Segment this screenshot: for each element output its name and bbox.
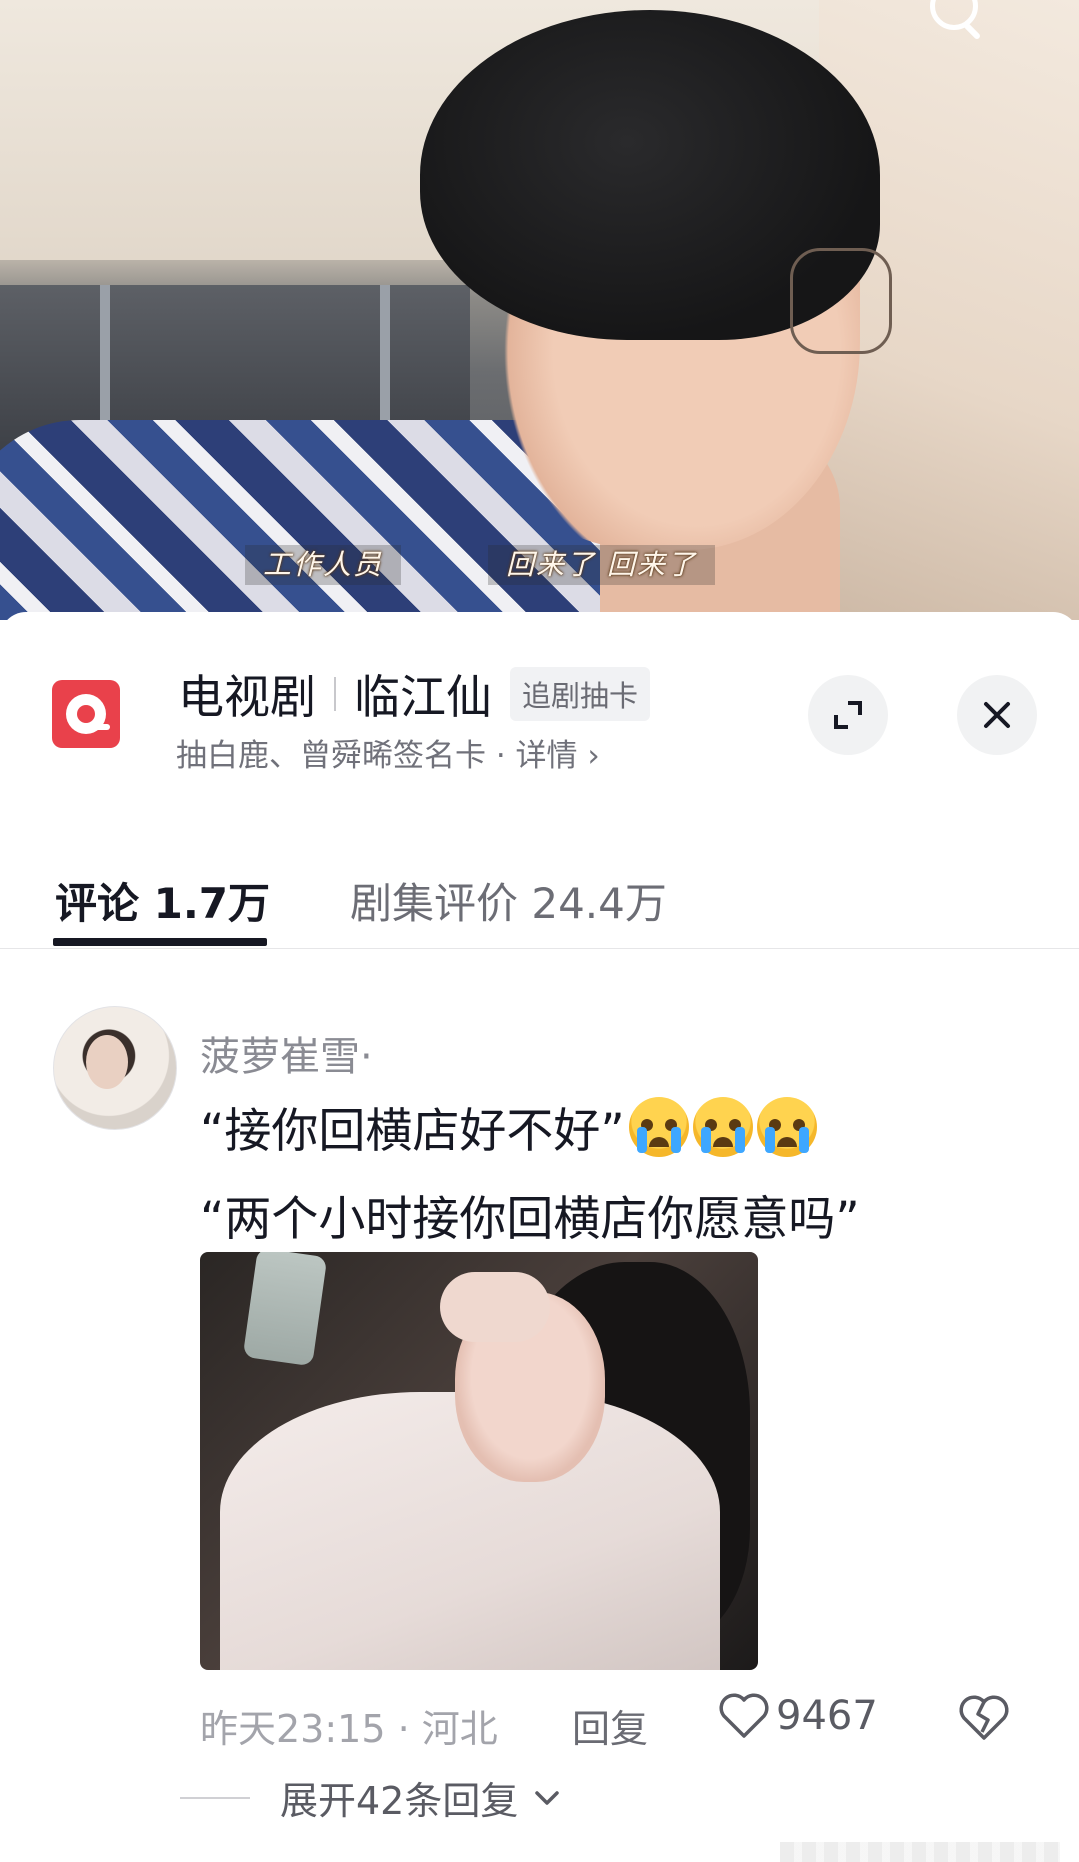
watermark bbox=[780, 1842, 1060, 1862]
video-player[interactable]: 工作人员 回来了 回来了 bbox=[0, 0, 1079, 620]
like-count: 9467 bbox=[776, 1693, 878, 1739]
comment-time-location: 昨天23:15 · 河北 bbox=[200, 1707, 498, 1751]
comment-meta: 昨天23:15 · 河北 回复 9467 bbox=[200, 1692, 1040, 1751]
video-subtitle-line: 回来了 回来了 bbox=[488, 545, 715, 585]
expand-replies-button[interactable]: 展开42条回复 bbox=[180, 1770, 562, 1825]
follow-draw-tag[interactable]: 追剧抽卡 bbox=[510, 667, 651, 721]
like-button[interactable]: 9467 bbox=[718, 1692, 878, 1740]
promo-text: 抽白鹿、曾舜晞签名卡 · 详情 bbox=[176, 738, 578, 774]
comment-sheet: 电视剧 临江仙 追剧抽卡 抽白鹿、曾舜晞签名卡 · 详情 › 评论 1.7万 剧… bbox=[0, 612, 1079, 1862]
tab-comments[interactable]: 评论 1.7万 bbox=[55, 870, 270, 931]
tab-bar: 评论 1.7万 剧集评价 24.4万 bbox=[0, 852, 1079, 949]
avatar[interactable] bbox=[53, 1006, 177, 1130]
active-tab-indicator bbox=[53, 938, 267, 946]
image-hand bbox=[440, 1272, 550, 1342]
loudly-crying-emoji bbox=[628, 1096, 689, 1157]
comment-line-1-text: “接你回横店好不好” bbox=[200, 1104, 625, 1159]
comment-image[interactable] bbox=[200, 1252, 758, 1670]
expand-divider bbox=[180, 1796, 250, 1799]
comment-username[interactable]: 菠萝崔雪· bbox=[200, 1024, 373, 1082]
image-phone bbox=[242, 1252, 328, 1367]
show-title: 临江仙 bbox=[354, 670, 492, 724]
tab-episode-reviews[interactable]: 剧集评价 24.4万 bbox=[350, 870, 667, 931]
show-title-row[interactable]: 电视剧 临江仙 追剧抽卡 bbox=[178, 664, 651, 724]
comment-text-line-2: “两个小时接你回横店你愿意吗” bbox=[200, 1192, 860, 1247]
title-divider bbox=[334, 677, 336, 711]
film-reel-icon bbox=[66, 694, 110, 734]
broken-heart-icon bbox=[959, 1695, 1009, 1740]
expand-button[interactable] bbox=[808, 675, 888, 755]
heart-icon bbox=[719, 1693, 769, 1738]
tv-drama-icon[interactable] bbox=[52, 680, 120, 748]
loudly-crying-emoji bbox=[756, 1096, 817, 1157]
chevron-down-icon bbox=[535, 1790, 560, 1805]
dislike-button[interactable] bbox=[958, 1694, 1010, 1751]
comment-text-line-1: “接你回横店好不好” bbox=[200, 1092, 817, 1161]
video-frame-glasses bbox=[790, 248, 892, 354]
expand-icon bbox=[834, 701, 862, 729]
loudly-crying-emoji bbox=[692, 1096, 753, 1157]
sheet-header: 电视剧 临江仙 追剧抽卡 抽白鹿、曾舜晞签名卡 · 详情 › bbox=[0, 612, 1079, 774]
promo-subtitle[interactable]: 抽白鹿、曾舜晞签名卡 · 详情 › bbox=[176, 730, 600, 775]
avatar-face bbox=[86, 1035, 128, 1089]
close-icon bbox=[984, 702, 1010, 728]
video-subtitle-speaker: 工作人员 bbox=[245, 545, 402, 585]
reply-button[interactable]: 回复 bbox=[572, 1698, 648, 1753]
expand-replies-label: 展开42条回复 bbox=[280, 1779, 519, 1823]
chevron-right-icon: › bbox=[587, 738, 600, 774]
close-button[interactable] bbox=[957, 675, 1037, 755]
category-label: 电视剧 bbox=[178, 670, 316, 724]
